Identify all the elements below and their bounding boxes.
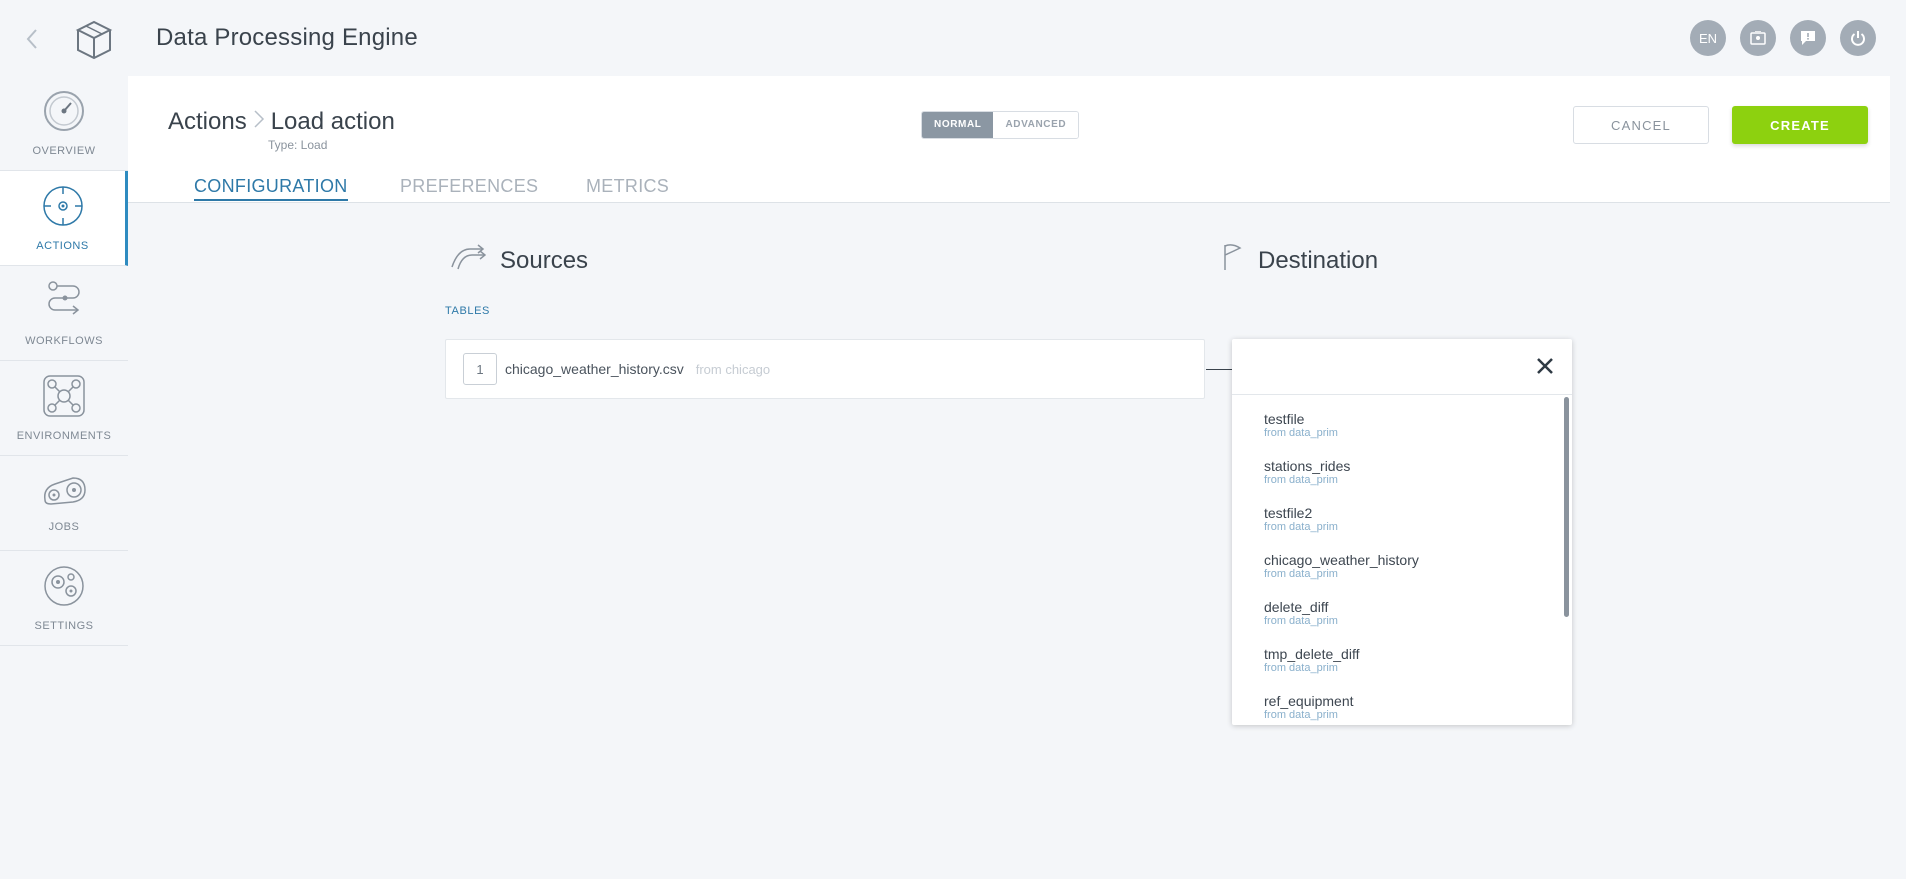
main-panel: Actions Load action Type: Load NORMAL AD… <box>128 76 1890 879</box>
breadcrumb-root[interactable]: Actions <box>168 108 247 136</box>
source-table-name: chicago_weather_history.csv <box>505 361 684 377</box>
sources-heading: Sources <box>450 243 588 278</box>
app-title: Data Processing Engine <box>156 24 418 51</box>
account-icon[interactable] <box>1740 20 1776 56</box>
feedback-icon[interactable] <box>1790 20 1826 56</box>
sources-title: Sources <box>500 246 589 274</box>
gears-icon <box>41 474 87 513</box>
tab-preferences[interactable]: PREFERENCES <box>400 176 538 199</box>
sidebar-item-label: OVERVIEW <box>32 144 96 157</box>
back-arrow-icon[interactable] <box>20 24 44 54</box>
close-icon[interactable] <box>1534 355 1556 377</box>
list-item[interactable]: chicago_weather_history from data_prim <box>1232 538 1572 585</box>
destination-search-input[interactable] <box>1232 339 1572 395</box>
destination-title: Destination <box>1258 246 1379 274</box>
mode-normal-option[interactable]: NORMAL <box>922 112 994 138</box>
sources-icon <box>450 243 487 278</box>
option-origin: from data_prim <box>1264 474 1338 486</box>
power-icon[interactable] <box>1840 20 1876 56</box>
sidebar: OVERVIEW ACTIONS WORKFLOWS ENVIRONMENTS … <box>0 76 128 646</box>
sidebar-item-workflows[interactable]: WORKFLOWS <box>0 266 128 361</box>
mode-advanced-option[interactable]: ADVANCED <box>993 112 1079 138</box>
language-button[interactable]: EN <box>1690 20 1726 56</box>
content-area: Sources Destination TABLES 1 chicago_wea… <box>128 203 1890 879</box>
tab-metrics[interactable]: METRICS <box>586 176 669 199</box>
sidebar-item-label: JOBS <box>48 520 80 533</box>
option-name: chicago_weather_history <box>1264 552 1419 568</box>
top-actions: EN <box>1690 20 1876 56</box>
destination-heading: Destination <box>1222 243 1378 278</box>
workflow-icon <box>43 280 85 327</box>
option-origin: from data_prim <box>1264 709 1338 721</box>
breadcrumb-current: Load action <box>270 108 395 135</box>
chevron-right-icon <box>253 109 265 135</box>
option-origin: from data_prim <box>1264 568 1338 580</box>
sidebar-item-jobs[interactable]: JOBS <box>0 456 128 551</box>
sidebar-item-settings[interactable]: SETTINGS <box>0 551 128 646</box>
flag-icon <box>1222 243 1244 278</box>
cancel-button[interactable]: CANCEL <box>1573 106 1709 144</box>
source-table-origin: from chicago <box>695 361 771 377</box>
destination-dropdown: testfile from data_prim stations_rides f… <box>1232 339 1572 725</box>
list-item[interactable]: ref_equipment from data_prim <box>1232 679 1572 723</box>
network-icon <box>43 374 85 422</box>
gauge-icon <box>43 90 85 137</box>
target-icon <box>42 185 84 232</box>
option-name: ref_equipment <box>1264 693 1354 709</box>
mode-toggle: NORMAL ADVANCED <box>921 111 1080 139</box>
option-name: tmp_delete_diff <box>1264 646 1360 662</box>
option-name: delete_diff <box>1264 599 1329 615</box>
option-name: testfile2 <box>1264 505 1313 521</box>
option-origin: from data_prim <box>1264 615 1338 627</box>
app-logo-icon <box>74 18 114 60</box>
option-name: testfile <box>1264 411 1305 427</box>
tab-bar: CONFIGURATION PREFERENCES METRICS <box>128 176 1890 203</box>
option-origin: from data_prim <box>1264 662 1338 674</box>
destination-options-list: testfile from data_prim stations_rides f… <box>1232 397 1572 723</box>
tables-label: TABLES <box>445 305 490 317</box>
sidebar-item-actions[interactable]: ACTIONS <box>0 171 128 266</box>
source-table-card[interactable]: 1 chicago_weather_history.csv from chica… <box>445 339 1205 399</box>
list-item[interactable]: delete_diff from data_prim <box>1232 585 1572 632</box>
option-origin: from data_prim <box>1264 427 1338 439</box>
option-name: stations_rides <box>1264 458 1351 474</box>
option-origin: from data_prim <box>1264 521 1338 533</box>
dropdown-scrollbar[interactable] <box>1564 397 1569 617</box>
top-bar: Data Processing Engine EN <box>0 0 1906 76</box>
source-index-badge: 1 <box>463 353 497 385</box>
list-item[interactable]: testfile2 from data_prim <box>1232 491 1572 538</box>
sidebar-item-label: WORKFLOWS <box>25 334 103 347</box>
sidebar-item-overview[interactable]: OVERVIEW <box>0 76 128 171</box>
list-item[interactable]: tmp_delete_diff from data_prim <box>1232 632 1572 679</box>
settings-icon <box>43 565 85 612</box>
sidebar-item-label: ENVIRONMENTS <box>16 429 112 442</box>
sidebar-item-environments[interactable]: ENVIRONMENTS <box>0 361 128 456</box>
create-button[interactable]: CREATE <box>1732 106 1868 144</box>
list-item[interactable]: testfile from data_prim <box>1232 397 1572 444</box>
tab-configuration[interactable]: CONFIGURATION <box>194 176 348 201</box>
action-type-label: Type: Load <box>268 138 328 152</box>
breadcrumb: Actions Load action <box>168 108 395 136</box>
list-item[interactable]: stations_rides from data_prim <box>1232 444 1572 491</box>
sidebar-item-label: ACTIONS <box>36 239 89 252</box>
sidebar-item-label: SETTINGS <box>34 619 94 632</box>
